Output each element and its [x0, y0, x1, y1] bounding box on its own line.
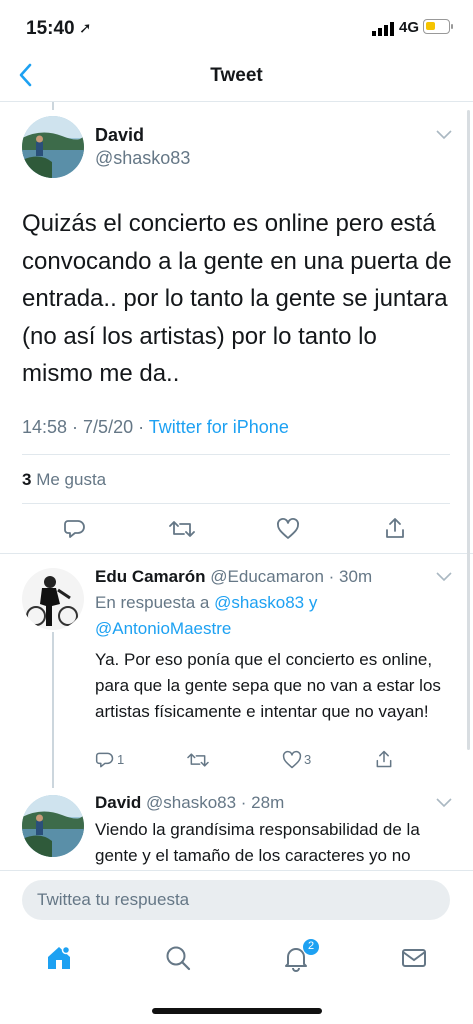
- reply-author-handle[interactable]: @shasko83: [146, 793, 236, 812]
- status-time: 15:40: [26, 18, 75, 39]
- status-bar: 15:40 ➚ 4G: [0, 0, 473, 56]
- search-icon[interactable]: [164, 944, 192, 972]
- retweet-icon[interactable]: [187, 750, 209, 770]
- reply-text: Viendo la grandísima responsabilidad de …: [95, 820, 420, 865]
- like-icon[interactable]: [282, 750, 302, 770]
- share-icon[interactable]: [383, 516, 407, 540]
- divider: [22, 503, 450, 504]
- reply-header: David @shasko83 · 28m: [95, 793, 284, 813]
- chevron-down-icon[interactable]: [436, 798, 452, 808]
- mention-link[interactable]: @shasko83: [214, 593, 304, 612]
- reply-count: 1: [117, 752, 125, 767]
- likes-count: 3: [22, 470, 32, 489]
- home-icon[interactable]: [45, 944, 73, 972]
- battery-tip: [451, 24, 453, 29]
- thread-connector: [52, 632, 54, 788]
- divider: [22, 454, 450, 455]
- network-type: 4G: [399, 19, 420, 36]
- like-icon[interactable]: [276, 517, 300, 541]
- location-arrow-icon: ➚: [79, 20, 92, 37]
- notifications-badge: 2: [302, 938, 320, 956]
- nav-bar: Tweet: [0, 56, 473, 102]
- chevron-down-icon[interactable]: [436, 130, 452, 140]
- reply-icon[interactable]: [95, 750, 115, 770]
- scrollbar[interactable]: [467, 110, 470, 750]
- reply-context-and: y: [304, 593, 318, 612]
- avatar[interactable]: [22, 116, 84, 178]
- reply-input-placeholder: Twittea tu respuesta: [37, 890, 190, 909]
- reply-context-prefix: En respuesta a: [95, 593, 215, 612]
- chevron-down-icon[interactable]: [436, 572, 452, 582]
- tweet-text: Quizás el concierto es online pero está …: [22, 210, 452, 387]
- reply-icon[interactable]: [63, 517, 87, 541]
- reply-time: · 30m: [323, 567, 373, 586]
- thread-connector: [52, 102, 54, 110]
- reply-context: En respuesta a @shasko83 y: [95, 593, 317, 613]
- author-handle[interactable]: @shasko83: [95, 148, 190, 169]
- messages-icon[interactable]: [400, 944, 428, 972]
- likes-label: Me gusta: [36, 470, 107, 489]
- avatar[interactable]: [22, 568, 84, 630]
- signal-icon: [372, 22, 394, 36]
- reply-author-name[interactable]: Edu Camarón: [95, 567, 206, 586]
- reply-time: · 28m: [236, 793, 285, 812]
- mention-link[interactable]: @AntonioMaestre: [95, 619, 231, 639]
- reply-author-handle[interactable]: @Educamaron: [210, 567, 324, 586]
- likes-summary[interactable]: 3 Me gusta: [22, 470, 106, 490]
- home-indicator: [152, 1008, 322, 1014]
- reply-input[interactable]: Twittea tu respuesta: [22, 880, 450, 920]
- reply-header: Edu Camarón @Educamaron · 30m: [95, 567, 372, 587]
- avatar[interactable]: [22, 795, 84, 857]
- tweet-timestamp: 14:58 · 7/5/20 ·: [22, 417, 149, 437]
- retweet-icon[interactable]: [169, 517, 195, 541]
- reply-author-name[interactable]: David: [95, 793, 141, 812]
- like-count: 3: [304, 752, 312, 767]
- share-icon[interactable]: [374, 749, 394, 769]
- tweet-meta: 14:58 · 7/5/20 · Twitter for iPhone: [22, 417, 289, 438]
- battery-icon: [423, 19, 450, 34]
- reply-text: Ya. Por eso ponía que el concierto es on…: [95, 650, 441, 721]
- tweet-source-link[interactable]: Twitter for iPhone: [149, 417, 289, 437]
- divider: [0, 553, 473, 554]
- page-title: Tweet: [210, 65, 263, 86]
- author-name[interactable]: David: [95, 125, 144, 146]
